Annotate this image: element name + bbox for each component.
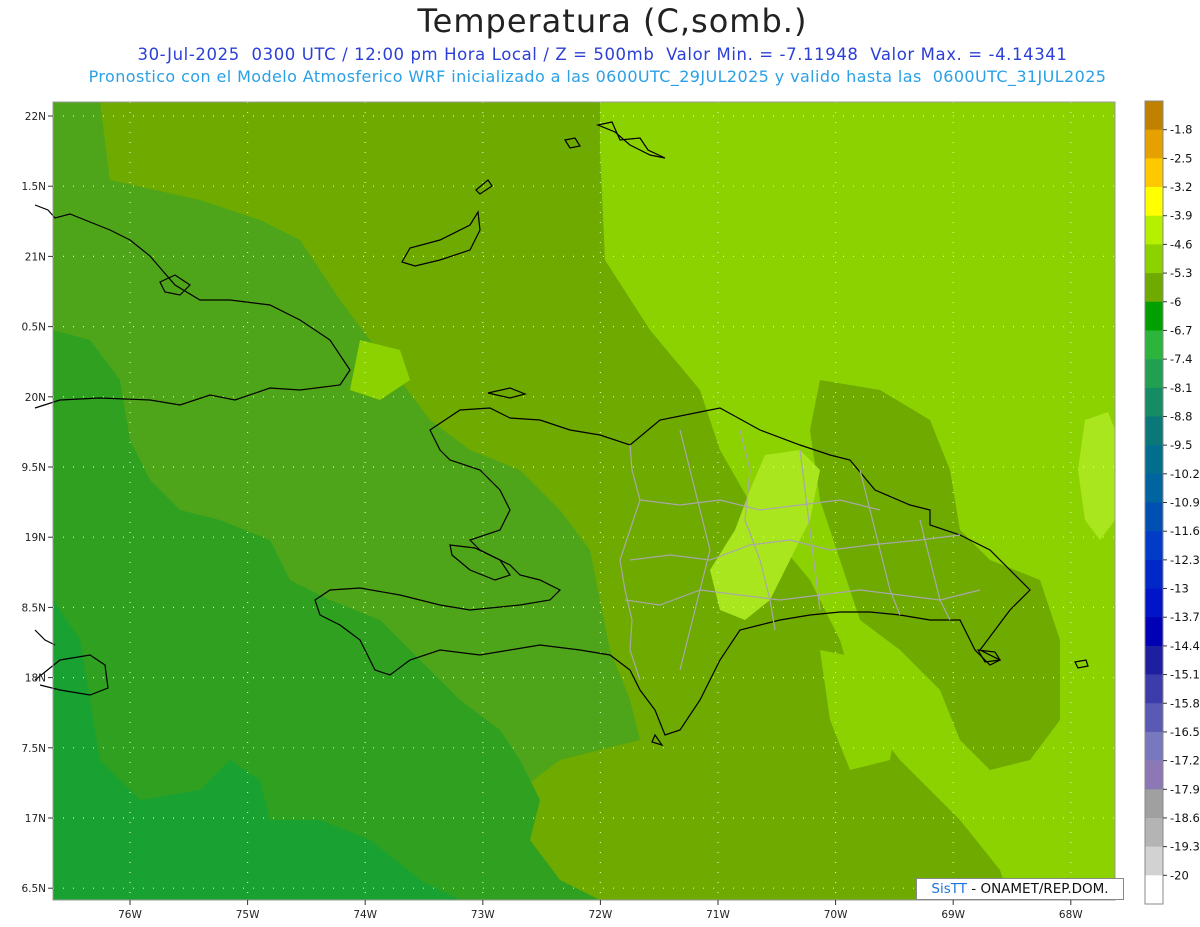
lon-tick-label: 68W <box>1059 909 1083 921</box>
colorbar-swatch <box>1145 559 1163 589</box>
colorbar-label: -16.5 <box>1170 725 1200 739</box>
colorbar-swatch <box>1145 158 1163 188</box>
colorbar-label: -4.6 <box>1170 237 1192 251</box>
sistt-logo: SisTT <box>931 881 967 897</box>
colorbar-swatch <box>1145 330 1163 360</box>
colorbar-label: -10.2 <box>1170 467 1200 481</box>
colorbar-swatch <box>1145 703 1163 733</box>
colorbar-swatch <box>1145 760 1163 790</box>
lat-tick-label: 7.5N <box>21 743 46 755</box>
colorbar-label: -12.3 <box>1170 553 1200 567</box>
colorbar-label: -6.7 <box>1170 323 1192 337</box>
jamaica-cape <box>34 629 56 646</box>
colorbar-label: -8.1 <box>1170 381 1192 395</box>
colorbar-swatch <box>1145 187 1163 217</box>
colorbar-label: -10.9 <box>1170 496 1200 510</box>
colorbar-label: -6 <box>1170 295 1181 309</box>
colorbar-label: -3.2 <box>1170 180 1192 194</box>
lat-tick-label: 21N <box>25 251 46 263</box>
colorbar-swatch <box>1145 244 1163 274</box>
colorbar-label: -19.3 <box>1170 840 1200 854</box>
lon-tick-label: 70W <box>824 909 848 921</box>
colorbar-label: -15.1 <box>1170 668 1200 682</box>
colorbar-swatch <box>1145 416 1163 446</box>
colorbar-swatch <box>1145 387 1163 417</box>
colorbar-swatch <box>1145 473 1163 503</box>
color-legend: -1.8 -2.5 -3.2 -3.9 -4.6 -5.3 -6 -6.7 -7.4 -8.1 -8… <box>1144 100 1200 905</box>
colorbar-swatch <box>1145 215 1163 245</box>
lat-tick-label: 1.5N <box>21 181 46 193</box>
lon-tick-label: 69W <box>941 909 965 921</box>
lon-tick-label: 73W <box>471 909 495 921</box>
colorbar-label: -3.9 <box>1170 209 1192 223</box>
colorbar-swatch <box>1145 273 1163 303</box>
colorbar-swatch <box>1145 445 1163 475</box>
lat-tick-label: 17N <box>25 813 46 825</box>
credit-box: SisTT - ONAMET/REP.DOM. <box>916 878 1124 900</box>
longitude-axis: 76W 75W 74W 73W 72W 71W 70W 69W 68W <box>118 900 1083 921</box>
lon-tick-label: 75W <box>236 909 260 921</box>
colorbar-label: -7.4 <box>1170 352 1192 366</box>
lon-tick-label: 71W <box>706 909 730 921</box>
colorbar-swatch <box>1145 645 1163 675</box>
lat-tick-label: 22N <box>25 111 46 123</box>
colorbar-label: -2.5 <box>1170 151 1192 165</box>
colorbar-label: -18.6 <box>1170 811 1200 825</box>
colorbar-label: -14.4 <box>1170 639 1200 653</box>
colorbar-swatch <box>1145 588 1163 618</box>
colorbar-swatch <box>1145 731 1163 761</box>
colorbar-label: -5.3 <box>1170 266 1192 280</box>
lat-tick-label: 18N <box>25 673 46 685</box>
lat-tick-label: 19N <box>25 532 46 544</box>
credit-text: - ONAMET/REP.DOM. <box>967 881 1109 897</box>
colorbar-label: -15.8 <box>1170 696 1200 710</box>
lon-tick-label: 74W <box>353 909 377 921</box>
colorbar-swatch <box>1145 502 1163 532</box>
colorbar-label: -17.2 <box>1170 754 1200 768</box>
colorbar-label: -11.6 <box>1170 524 1200 538</box>
lon-tick-label: 76W <box>118 909 142 921</box>
colorbar-swatch <box>1145 531 1163 561</box>
colorbar-swatch <box>1145 875 1163 905</box>
colorbar-swatch <box>1145 817 1163 847</box>
colorbar-label: -9.5 <box>1170 438 1192 452</box>
latitude-axis: 22N 1.5N 21N 0.5N 20N 9.5N 19N 8.5N 18N 7.5N 17N 6.… <box>21 111 53 895</box>
colorbar-label: -20 <box>1170 868 1189 882</box>
lat-tick-label: 8.5N <box>21 602 46 614</box>
lat-tick-label: 20N <box>25 392 46 404</box>
colorbar-swatch <box>1145 674 1163 704</box>
colorbar-label: -13 <box>1170 582 1189 596</box>
colorbar-label: -8.8 <box>1170 409 1192 423</box>
colorbar-swatch <box>1145 101 1163 130</box>
colorbar-label: -13.7 <box>1170 610 1200 624</box>
colorbar-swatch <box>1145 789 1163 819</box>
colorbar-swatch <box>1145 301 1163 331</box>
colorbar-label: -17.9 <box>1170 782 1200 796</box>
colorbar-swatch <box>1145 129 1163 159</box>
lat-tick-label: 0.5N <box>21 322 46 334</box>
lat-tick-label: 9.5N <box>21 462 46 474</box>
lon-tick-label: 72W <box>589 909 613 921</box>
forecast-map: 22N 1.5N 21N 0.5N 20N 9.5N 19N 8.5N 18N 7.5N 17N 6.… <box>21 100 1200 921</box>
lat-tick-label: 6.5N <box>21 883 46 895</box>
colorbar-label: -1.8 <box>1170 123 1192 137</box>
colorbar-swatch <box>1145 617 1163 647</box>
colorbar-swatch <box>1145 846 1163 876</box>
colorbar-swatch <box>1145 359 1163 389</box>
temperature-field <box>53 102 1115 900</box>
